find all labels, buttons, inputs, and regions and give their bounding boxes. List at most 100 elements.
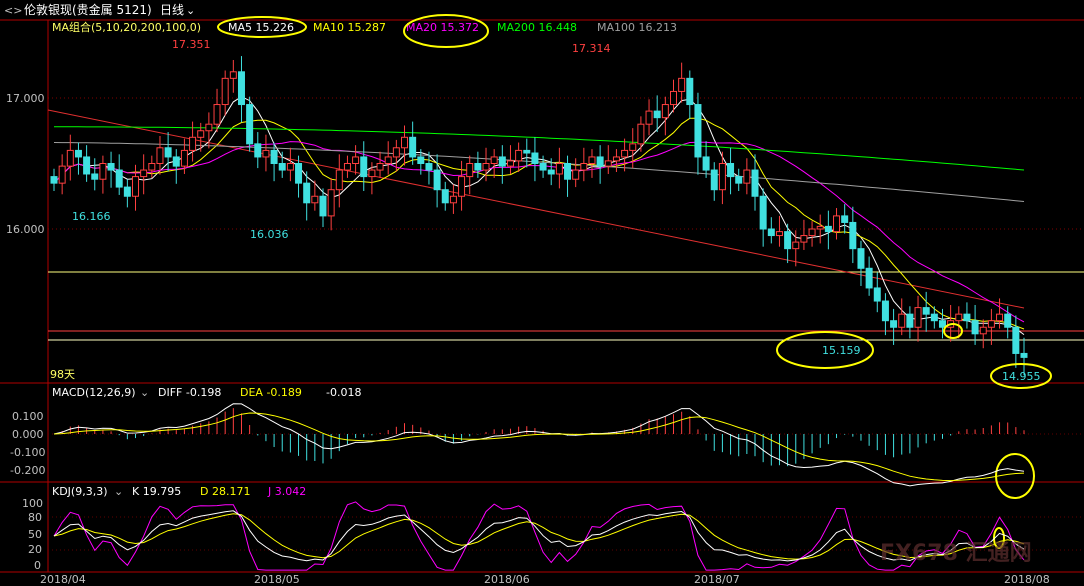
low-label-4: 14.955 <box>1002 370 1041 383</box>
macd-tick-4: -0.200 <box>10 464 45 477</box>
candle-up <box>180 149 188 167</box>
macd-tick-1: 0.100 <box>12 410 44 423</box>
candle-up <box>718 163 726 191</box>
candle-down <box>254 143 262 158</box>
macd-value: -0.018 <box>326 386 361 399</box>
candle-up <box>449 195 457 204</box>
candle-up <box>637 123 645 145</box>
candle-down <box>857 248 865 269</box>
kdj-j-line <box>53 501 1025 571</box>
candle-up <box>792 241 800 250</box>
kdj-d: D 28.171 <box>200 485 250 498</box>
candle-down <box>172 156 180 167</box>
candle-down <box>922 307 930 315</box>
macd-diff: DIFF -0.198 <box>158 386 221 399</box>
candle-down <box>547 169 555 175</box>
x-axis: 2018/04 2018/05 2018/06 2018/07 2018/08 <box>40 573 1050 586</box>
candle-up <box>189 136 197 151</box>
kdj-lines <box>53 501 1025 571</box>
candle-down <box>50 176 58 184</box>
chart-stage: <> 伦敦银现(贵金属 5121) 日线 ⌄ MA组合(5,10,20,200,… <box>0 0 1084 586</box>
kdj-chevron-icon[interactable]: ⌄ <box>114 485 123 498</box>
candle-down <box>873 287 881 302</box>
candle-up <box>392 147 400 158</box>
kdj-j: J 3.042 <box>267 485 306 498</box>
candle-up <box>914 307 922 328</box>
candle-down <box>596 156 604 167</box>
candlestick-chart[interactable]: <> 伦敦银现(贵金属 5121) 日线 ⌄ MA组合(5,10,20,200,… <box>0 0 1084 586</box>
candle-up <box>572 169 580 180</box>
candle-up <box>156 147 164 164</box>
header-bar: <> 伦敦银现(贵金属 5121) 日线 ⌄ <box>4 2 195 17</box>
candle-up <box>661 104 669 119</box>
candle-up <box>515 149 523 162</box>
candle-down <box>710 169 718 191</box>
candles <box>50 56 1028 376</box>
highlight-marks <box>217 14 1052 549</box>
candle-down <box>865 267 873 289</box>
candle-up <box>987 320 995 328</box>
candle-down <box>686 77 694 106</box>
x-label-jun: 2018/06 <box>484 573 530 586</box>
candle-down <box>441 189 449 204</box>
ma100-value: MA100 16.213 <box>597 21 677 34</box>
days-label: 98天 <box>50 368 75 381</box>
candle-up <box>140 169 148 178</box>
candle-up <box>376 163 384 171</box>
x-label-apr: 2018/04 <box>40 573 86 586</box>
candle-down <box>784 231 792 250</box>
candle-down <box>319 195 327 217</box>
candle-up <box>604 160 612 167</box>
candle-up <box>205 123 213 132</box>
candle-down <box>890 320 898 328</box>
candle-down <box>930 313 938 322</box>
candle-down <box>360 156 368 178</box>
candle-up <box>612 156 620 162</box>
ma200-value: MA200 16.448 <box>497 21 577 34</box>
kdj-tick-80: 80 <box>28 511 42 524</box>
candle-down <box>107 163 115 171</box>
candle-down <box>653 110 661 119</box>
macd-legend: MACD(12,26,9) ⌄ DIFF -0.198 DEA -0.189 -… <box>52 386 361 399</box>
candle-up <box>800 235 808 243</box>
chart-title: 伦敦银现(贵金属 5121) <box>24 2 152 17</box>
candle-down <box>906 313 914 328</box>
chevron-down-icon[interactable]: ⌄ <box>186 4 195 17</box>
candle-up <box>555 163 563 175</box>
back-icon[interactable]: <> <box>4 4 22 17</box>
candle-down <box>849 221 857 250</box>
candle-up <box>343 163 351 171</box>
candle-down <box>702 156 710 171</box>
candle-up <box>148 163 156 171</box>
high-label-2: 17.314 <box>572 42 611 55</box>
candle-down <box>417 156 425 164</box>
candle-down <box>963 313 971 322</box>
low-label-1: 16.166 <box>72 210 111 223</box>
candle-down <box>1004 313 1012 328</box>
candle-up <box>132 176 140 197</box>
kdj-label[interactable]: KDJ(9,3,3) <box>52 485 108 498</box>
candle-down <box>735 176 743 184</box>
macd-dea: DEA -0.189 <box>240 386 302 399</box>
candle-up <box>490 156 498 164</box>
candle-up <box>401 136 409 149</box>
candle-down <box>303 182 311 204</box>
macd-label[interactable]: MACD(12,26,9) <box>52 386 136 399</box>
macd-tick-2: 0.000 <box>12 428 44 441</box>
ma-group-label[interactable]: MA组合(5,10,20,200,100,0) <box>52 20 201 34</box>
period-selector[interactable]: 日线 <box>160 3 184 17</box>
candle-down <box>433 169 441 191</box>
candle-up <box>327 189 335 217</box>
candle-up <box>588 156 596 164</box>
kdj-tick-20: 20 <box>28 543 42 556</box>
candle-up <box>506 160 514 167</box>
candle-down <box>531 152 539 165</box>
macd-chevron-icon[interactable]: ⌄ <box>140 386 149 399</box>
kdj-d-line <box>53 513 1025 560</box>
x-label-aug: 2018/08 <box>1004 573 1050 586</box>
candle-down <box>523 149 531 154</box>
candle-down <box>938 320 946 328</box>
candle-up <box>384 156 392 164</box>
low-label-3: 15.159 <box>822 344 861 357</box>
candle-up <box>629 143 637 151</box>
